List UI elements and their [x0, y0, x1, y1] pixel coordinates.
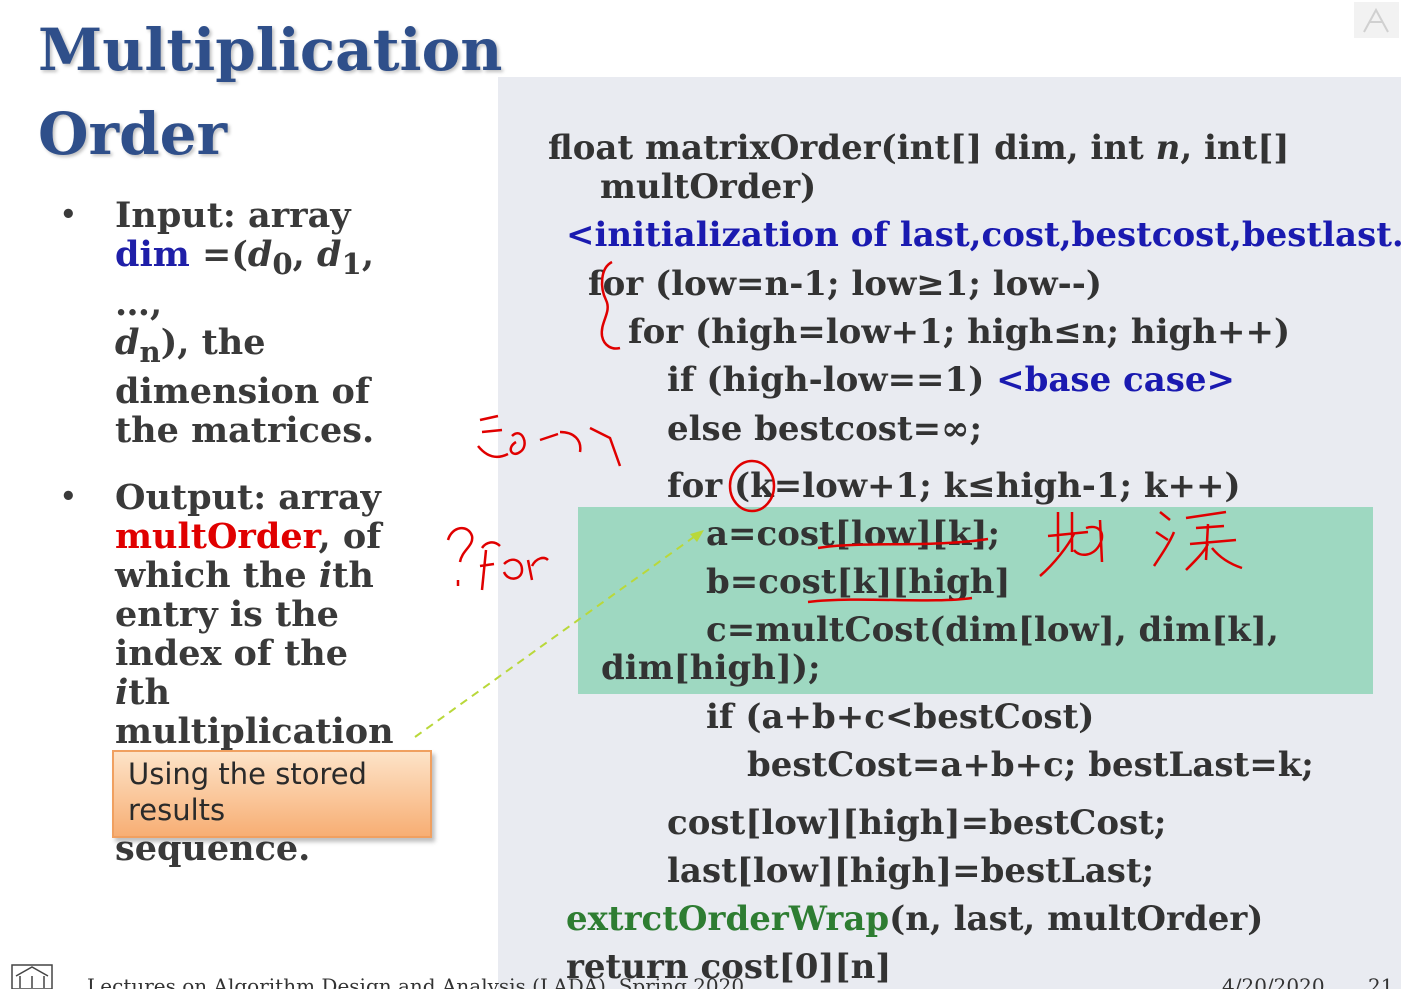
ink-note-3	[1039, 512, 1104, 577]
footer-course: Lectures on Algorithm Design and Analysi…	[87, 974, 745, 989]
callout-arrow-line	[414, 533, 699, 738]
ink-brace	[600, 260, 621, 350]
ink-note-2	[446, 527, 549, 591]
footer-date: 4/20/2020	[1222, 974, 1325, 989]
ink-note-4	[1152, 510, 1243, 571]
ink-note-1	[477, 414, 622, 467]
watermark-icon	[1354, 2, 1399, 38]
ink-underline-b	[807, 596, 973, 604]
university-logo-icon	[11, 964, 53, 989]
handwriting-annotations	[414, 260, 1243, 738]
footer-page-number: 21	[1368, 974, 1394, 989]
callout-arrowhead-icon	[690, 530, 704, 542]
ink-underline-a	[817, 537, 989, 550]
ink-circle-k	[728, 459, 776, 513]
